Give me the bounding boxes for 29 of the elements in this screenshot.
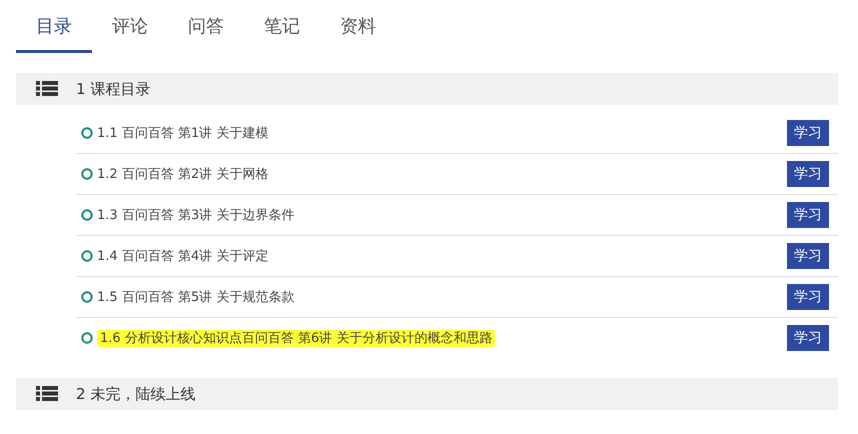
tab[interactable]: 问答 [168,14,244,53]
tab[interactable]: 笔记 [244,14,320,53]
lesson-title[interactable]: 1.4 百问百答 第4讲 关于评定 [97,249,268,264]
circle-icon [81,209,93,221]
study-button[interactable]: 学习 [787,120,829,146]
circle-icon [81,332,93,344]
chapter-title: 2 未完，陆续上线 [76,384,196,404]
study-button[interactable]: 学习 [787,202,829,228]
list-icon [36,81,58,97]
study-button[interactable]: 学习 [787,243,829,269]
lesson-title[interactable]: 1.3 百问百答 第3讲 关于边界条件 [97,208,294,223]
chapter-header[interactable]: 1 课程目录 [16,73,838,105]
circle-icon [81,291,93,303]
tab[interactable]: 资料 [320,14,396,53]
study-button[interactable]: 学习 [787,284,829,310]
study-button[interactable]: 学习 [787,161,829,187]
tab[interactable]: 评论 [92,14,168,53]
circle-icon [81,168,93,180]
list-icon [36,386,58,402]
study-button[interactable]: 学习 [787,325,829,351]
lesson-title[interactable]: 1.5 百问百答 第5讲 关于规范条款 [97,290,294,305]
lesson-title[interactable]: 1.6 分析设计核心知识点百问百答 第6讲 关于分析设计的概念和思路 [97,330,496,347]
tab[interactable]: 目录 [16,14,92,53]
circle-icon [81,127,93,139]
lesson-title[interactable]: 1.1 百问百答 第1讲 关于建模 [97,126,268,141]
chapter-title: 1 课程目录 [76,80,150,98]
lesson-title[interactable]: 1.2 百问百答 第2讲 关于网格 [97,167,268,182]
chapter-header[interactable]: 2 未完，陆续上线 [16,378,838,410]
circle-icon [81,250,93,262]
